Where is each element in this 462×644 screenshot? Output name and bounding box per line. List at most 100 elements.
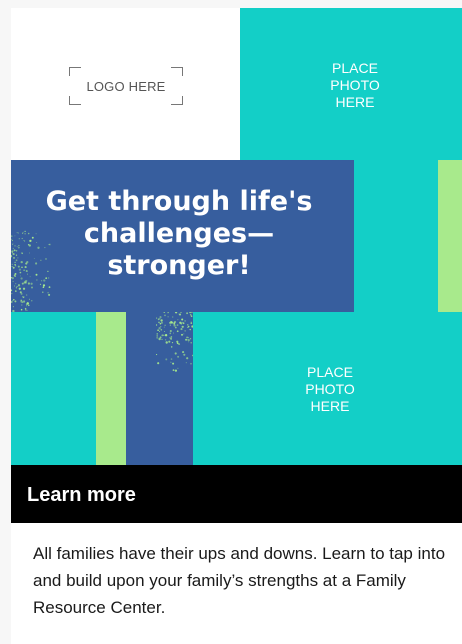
speckle-dot	[25, 309, 27, 311]
speckle-dot	[163, 330, 166, 333]
speckle-dot	[186, 312, 189, 315]
speckle-dot	[15, 249, 18, 252]
speckle-dot	[12, 253, 15, 256]
speckle-dot	[25, 279, 28, 282]
speckle-dot	[176, 324, 179, 326]
speckle-dot	[169, 332, 172, 335]
speckle-dot	[160, 326, 162, 328]
speckle-dot	[14, 245, 16, 247]
speckle-dot	[156, 335, 159, 337]
logo-frame: LOGO HERE	[69, 67, 183, 105]
speckle-dot	[24, 233, 26, 235]
speckle-dot	[171, 321, 173, 324]
learn-more-link[interactable]: Learn more	[27, 484, 136, 507]
speckle-dot	[179, 313, 181, 316]
speckle-dot	[159, 316, 162, 319]
speckle-dot	[180, 328, 183, 331]
speckle-dot	[165, 339, 167, 341]
speckle-dot	[20, 275, 21, 277]
speckle-dot	[26, 309, 28, 311]
speckle-dot	[20, 308, 23, 311]
speckle-dot	[186, 336, 188, 339]
speckle-dot	[12, 242, 14, 244]
speckle-dot	[186, 327, 188, 328]
speckle-dot	[21, 237, 23, 240]
speckle-dot	[183, 333, 185, 335]
speckle-dot	[174, 369, 177, 372]
speckle-dot	[164, 334, 168, 337]
speckle-dot	[31, 300, 33, 302]
speckle-dot	[157, 329, 159, 332]
speckle-dot	[11, 238, 13, 240]
speckle-dot	[13, 249, 16, 252]
speckle-dot	[171, 342, 174, 344]
learn-more-bar[interactable]: Learn more	[11, 465, 462, 523]
accent-bar	[438, 160, 462, 312]
speckle-dot	[160, 321, 164, 324]
speckle-dot	[187, 338, 190, 342]
speckle-dot	[23, 300, 26, 303]
speckle-dot	[163, 334, 165, 336]
speckle-dot	[25, 270, 28, 272]
speckle-dot	[156, 317, 158, 319]
speckle-dot	[190, 342, 192, 344]
speckle-dot	[11, 263, 13, 266]
speckle-dot	[22, 297, 24, 299]
speckle-dot	[15, 287, 18, 289]
speckle-dot	[11, 255, 13, 258]
speckle-dot	[187, 341, 190, 343]
speckle-dot	[190, 322, 193, 324]
speckle-dot	[15, 259, 18, 262]
frame-corner	[171, 67, 183, 76]
speckle-dot	[17, 265, 20, 268]
speckle-dot	[187, 336, 189, 338]
speckle-dot	[174, 326, 177, 329]
speckle-dot	[191, 354, 193, 357]
speckle-dot	[182, 351, 185, 354]
speckle-dot	[190, 362, 192, 365]
speckle-dot	[11, 240, 13, 242]
speckle-dot	[16, 246, 18, 247]
speckle-dot	[11, 300, 13, 303]
speckle-dot	[11, 289, 13, 292]
speckle-dot	[157, 318, 160, 321]
speckle-dot	[156, 323, 158, 327]
speckle-dot	[17, 257, 19, 259]
accent-bar	[96, 312, 126, 465]
speckle-dot	[160, 329, 163, 331]
speckle-dot	[25, 294, 28, 296]
speckle-dot	[181, 321, 183, 323]
frame-corner	[171, 96, 183, 105]
speckle-dot	[170, 346, 173, 348]
speckle-dot	[17, 246, 20, 249]
speckle-dot	[184, 330, 186, 332]
speckle-dot	[181, 333, 183, 336]
speckle-dot	[12, 306, 14, 308]
speckle-dot	[184, 320, 186, 322]
speckle-dot	[170, 358, 173, 360]
speckle-dot	[177, 367, 179, 369]
speckle-dot	[173, 324, 176, 327]
accent-bar	[126, 312, 193, 465]
speckle-dot	[19, 291, 22, 294]
speckle-dot	[48, 293, 51, 296]
speckle-dot	[15, 283, 17, 285]
speckle-dot	[11, 266, 13, 268]
frame-corner	[69, 96, 81, 105]
hero-banner: LOGO HERE PLACE PHOTO HERE Get through l…	[11, 8, 462, 465]
speckle-dot	[22, 296, 24, 298]
speckle-dot	[23, 239, 25, 241]
frame-corner	[69, 67, 81, 76]
logo-placeholder: LOGO HERE	[11, 8, 240, 160]
speckle-dot	[19, 287, 21, 290]
speckle-dot	[172, 362, 175, 365]
speckle-dot	[11, 250, 14, 253]
speckle-dot	[16, 232, 18, 234]
speckle-dot	[161, 338, 163, 340]
speckle-dot	[48, 286, 51, 288]
speckle-dot	[28, 298, 30, 300]
speckle-dot	[181, 325, 184, 328]
speckle-dot	[164, 324, 166, 326]
speckle-dot	[161, 334, 164, 337]
speckle-dot	[176, 330, 179, 333]
